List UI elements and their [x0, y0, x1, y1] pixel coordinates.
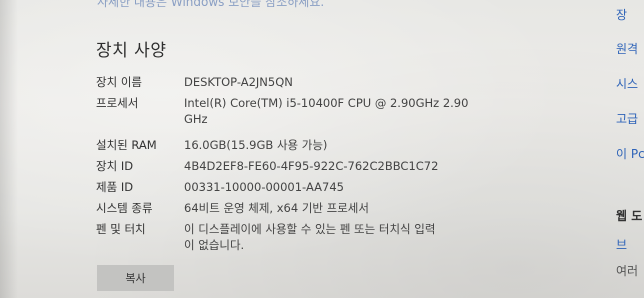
device-specs-list: 장치 이름 DESKTOP-A2JN5QN 프로세서 Intel(R) Core… — [96, 74, 496, 258]
spec-row-processor: 프로세서 Intel(R) Core(TM) i5-10400F CPU @ 2… — [96, 95, 496, 127]
spec-label: 시스템 종류 — [96, 201, 153, 215]
spec-label: 제품 ID — [96, 180, 134, 194]
web-help-link[interactable]: 브 — [616, 236, 627, 253]
spec-value: 4B4D2EF8-FE60-4F95-922C-762C2BBC1C72 — [184, 159, 439, 173]
related-link-remote[interactable]: 원격 — [616, 40, 638, 57]
related-link-system[interactable]: 시스 — [616, 75, 638, 92]
spec-row-ram: 설치된 RAM 16.0GB(15.9GB 사용 가능) — [96, 137, 496, 153]
section-title-device-specs: 장치 사양 — [96, 41, 167, 61]
copy-button[interactable]: 복사 — [97, 265, 174, 291]
spec-value: 16.0GB(15.9GB 사용 가능) — [184, 138, 328, 152]
related-settings-panel: 장 원격 시스 고급 이 Pc 웹 도 브 여러 — [604, 0, 644, 298]
screen-edge-shadow — [0, 0, 18, 298]
spec-value: 이 디스플레이에 사용할 수 있는 펜 또는 터치식 입력 이 없습니다. — [184, 222, 436, 252]
related-link[interactable]: 장 — [616, 6, 627, 23]
spec-label: 장치 ID — [96, 159, 134, 173]
spec-value: DESKTOP-A2JN5QN — [184, 75, 293, 89]
spec-row-pen-touch: 펜 및 터치 이 디스플레이에 사용할 수 있는 펜 또는 터치식 입력 이 없… — [96, 221, 496, 253]
security-note-link[interactable]: 사세한 내용은 Windows 보안을 참조하세요. — [97, 0, 324, 10]
spec-value: Intel(R) Core(TM) i5-10400F CPU @ 2.90GH… — [184, 96, 469, 126]
spec-value: 64비트 운영 체제, x64 기반 프로세서 — [184, 201, 369, 215]
spec-label: 설치된 RAM — [96, 138, 157, 152]
related-link-advanced[interactable]: 고급 — [616, 110, 638, 127]
related-link-this-pc[interactable]: 이 Pc — [616, 145, 644, 162]
spec-label: 프로세서 — [96, 96, 139, 110]
spec-row-device-name: 장치 이름 DESKTOP-A2JN5QN — [96, 74, 496, 90]
web-help-text: 여러 — [616, 264, 639, 278]
spec-label: 장치 이름 — [96, 75, 142, 89]
spec-row-product-id: 제품 ID 00331-10000-00001-AA745 — [96, 179, 496, 195]
spec-value: 00331-10000-00001-AA745 — [184, 180, 344, 194]
spec-label: 펜 및 터치 — [96, 222, 146, 236]
web-help-heading: 웹 도 — [616, 209, 643, 223]
spec-row-device-id: 장치 ID 4B4D2EF8-FE60-4F95-922C-762C2BBC1C… — [96, 158, 496, 174]
spec-row-system-type: 시스템 종류 64비트 운영 체제, x64 기반 프로세서 — [96, 200, 496, 216]
